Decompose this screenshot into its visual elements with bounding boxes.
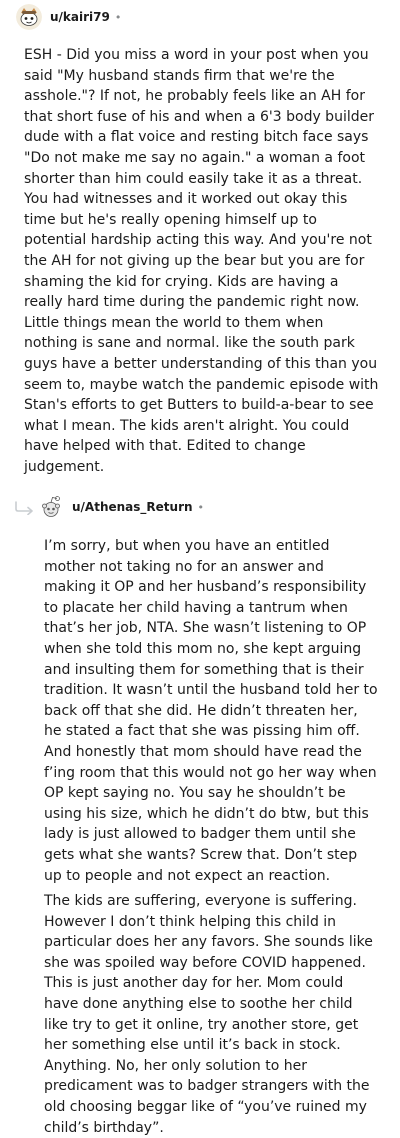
reply-body: I’m sorry, but when you have an entitled… (44, 536, 378, 1138)
separator-dot: • (114, 10, 122, 24)
comment-author[interactable]: u/kairi79 (50, 10, 110, 24)
reply-paragraph-2: The kids are suffering, everyone is suff… (44, 893, 373, 1136)
reply-arrow-icon (14, 500, 36, 519)
snoo-avatar-icon[interactable] (16, 4, 42, 30)
top-comment-header: u/kairi79 • (16, 4, 121, 30)
reply-author[interactable]: u/Athenas_Return (72, 500, 193, 514)
snoo-avatar-icon[interactable] (38, 494, 64, 520)
comment-text: ESH - Did you miss a word in your post w… (24, 47, 379, 475)
reply-paragraph-1: I’m sorry, but when you have an entitled… (44, 538, 378, 884)
comment-body: ESH - Did you miss a word in your post w… (24, 45, 380, 477)
reply-header: u/Athenas_Return • (38, 494, 204, 520)
separator-dot: • (197, 500, 205, 514)
